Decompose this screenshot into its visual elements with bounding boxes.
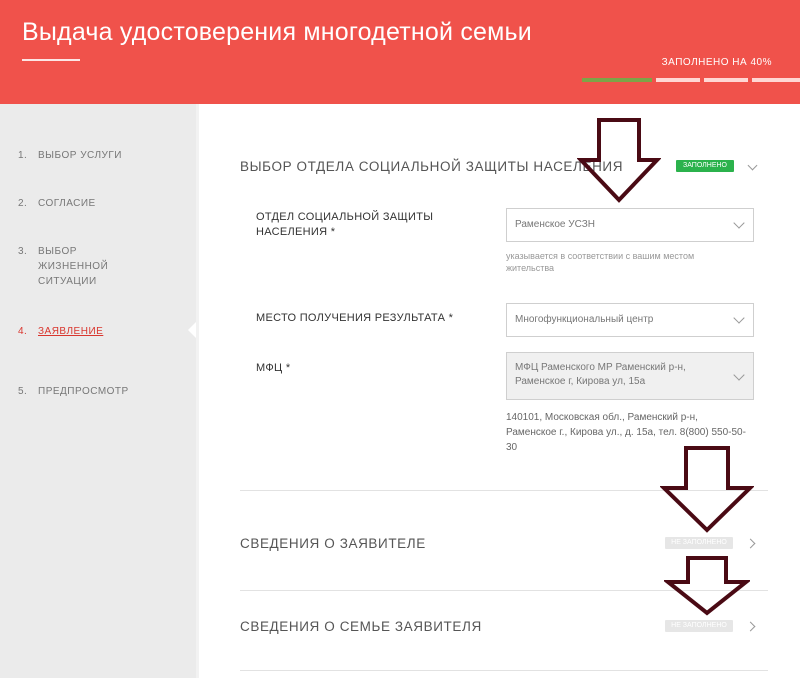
active-step-notch xyxy=(188,322,196,338)
field-label-text: МЕСТО ПОЛУЧЕНИЯ РЕЗУЛЬТАТА xyxy=(256,312,446,324)
step-application[interactable]: 4. Заявление xyxy=(18,324,188,339)
status-badge-filled: ЗАПОЛНЕНО xyxy=(676,160,734,172)
department-select-value: Раменское УСЗН xyxy=(515,219,595,230)
chevron-right-icon[interactable] xyxy=(745,623,755,633)
annotation-arrow-down-icon xyxy=(660,446,754,533)
status-badge-not-filled: НЕ ЗАПОЛНЕНО xyxy=(665,620,733,632)
field-label-text: МФЦ xyxy=(256,362,283,374)
annotation-arrow-down-icon xyxy=(577,118,661,203)
result-place-select[interactable]: Многофункциональный центр xyxy=(506,303,754,337)
result-place-value: Многофункциональный центр xyxy=(515,314,654,325)
department-field-label: ОТДЕЛ СОЦИАЛЬНОЙ ЗАЩИТЫ НАСЕЛЕНИЯ * xyxy=(256,210,456,240)
place-field-label: МЕСТО ПОЛУЧЕНИЯ РЕЗУЛЬТАТА * xyxy=(256,311,496,326)
chevron-down-icon xyxy=(733,312,745,324)
chevron-down-icon xyxy=(733,369,745,381)
chevron-down-icon xyxy=(733,217,745,229)
progress-label: ЗАПОЛНЕНО НА 40% xyxy=(661,57,772,68)
step-label: Согласие xyxy=(38,198,96,209)
progress-segment xyxy=(656,78,700,82)
section-title-family[interactable]: СВЕДЕНИЯ О СЕМЬЕ ЗАЯВИТЕЛЯ xyxy=(240,619,482,634)
step-number: 5. xyxy=(18,386,28,397)
department-select[interactable]: Раменское УСЗН xyxy=(506,208,754,242)
step-label: Заявление xyxy=(38,326,104,337)
step-number: 4. xyxy=(18,326,28,337)
mfc-field-label: МФЦ * xyxy=(256,361,336,376)
required-mark: * xyxy=(285,362,291,374)
step-number: 1. xyxy=(18,150,28,161)
step-label: Выбор жизненной ситуации xyxy=(38,246,109,287)
step-label: Выбор услуги xyxy=(38,150,122,161)
step-label: Предпросмотр xyxy=(38,386,129,397)
step-number: 3. xyxy=(18,246,28,257)
step-life-situation[interactable]: 3. Выбор жизненной ситуации xyxy=(18,244,128,289)
progress-segment xyxy=(752,78,800,82)
step-consent[interactable]: 2. Согласие xyxy=(18,196,188,211)
department-hint: указывается в соответствии с вашим место… xyxy=(506,251,695,273)
status-badge-not-filled: НЕ ЗАПОЛНЕНО xyxy=(665,537,733,549)
title-underline xyxy=(22,59,80,61)
step-service[interactable]: 1. Выбор услуги xyxy=(18,148,188,163)
header-bar: Выдача удостоверения многодетной семьи З… xyxy=(0,0,800,104)
annotation-arrow-down-icon xyxy=(664,556,750,616)
chevron-down-icon[interactable] xyxy=(747,162,757,172)
field-label-text: ОТДЕЛ СОЦИАЛЬНОЙ ЗАЩИТЫ НАСЕЛЕНИЯ xyxy=(256,211,434,238)
progress-segment xyxy=(704,78,748,82)
mfc-select-value: МФЦ Раменского МР Раменский р-н, Раменск… xyxy=(515,362,686,387)
chevron-right-icon[interactable] xyxy=(745,540,755,550)
progress-bar xyxy=(582,78,800,82)
divider xyxy=(240,670,768,671)
section-title-department[interactable]: ВЫБОР ОТДЕЛА СОЦИАЛЬНОЙ ЗАЩИТЫ НАСЕЛЕНИЯ xyxy=(240,159,623,174)
step-preview[interactable]: 5. Предпросмотр xyxy=(18,384,188,399)
progress-segment xyxy=(582,78,652,82)
required-mark: * xyxy=(448,312,454,324)
section-title-applicant[interactable]: СВЕДЕНИЯ О ЗАЯВИТЕЛЕ xyxy=(240,536,426,551)
mfc-select[interactable]: МФЦ Раменского МР Раменский р-н, Раменск… xyxy=(506,352,754,400)
steps-sidebar: 1. Выбор услуги 2. Согласие 3. Выбор жиз… xyxy=(0,104,196,678)
step-number: 2. xyxy=(18,198,28,209)
required-mark: * xyxy=(330,226,336,238)
page-title: Выдача удостоверения многодетной семьи xyxy=(22,18,532,46)
